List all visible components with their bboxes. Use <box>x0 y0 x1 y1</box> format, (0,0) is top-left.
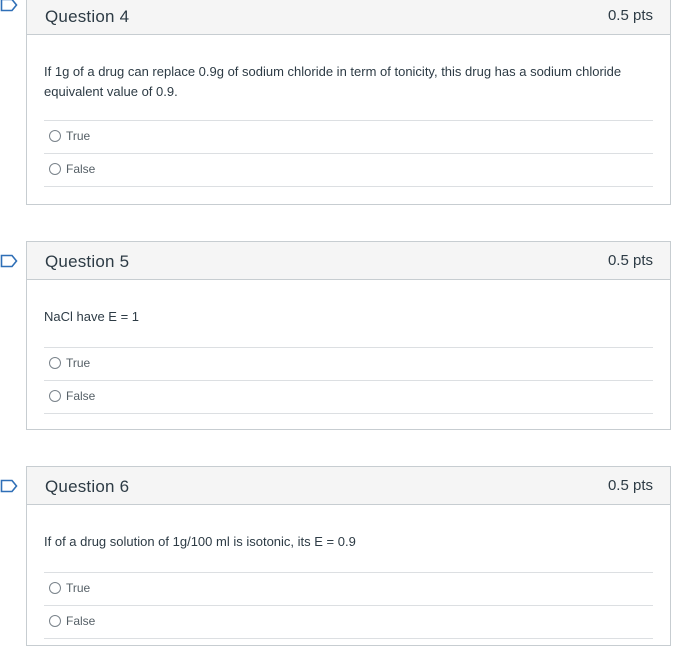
answer-label: True <box>66 581 91 595</box>
answer-list: True False <box>44 347 653 414</box>
answer-list: True False <box>44 572 653 639</box>
answer-label: True <box>66 356 91 370</box>
question-header: Question 5 0.5 pts <box>27 242 670 280</box>
answer-option-false[interactable]: False <box>44 153 653 187</box>
answer-list: True False <box>44 120 653 187</box>
question-points: 0.5 pts <box>607 252 653 269</box>
question-text: If 1g of a drug can replace 0.9g of sodi… <box>44 64 622 99</box>
answer-label: False <box>66 614 96 628</box>
question-title: Question 6 <box>45 477 130 496</box>
question-4: Question 4 0.5 pts If 1g of a drug can r… <box>26 0 671 205</box>
flag-question-icon[interactable] <box>0 0 18 12</box>
answer-label: False <box>66 389 96 403</box>
answer-option-false[interactable]: False <box>44 380 653 414</box>
question-5: Question 5 0.5 pts NaCl have E = 1 True … <box>26 241 671 430</box>
answer-label: False <box>66 162 96 176</box>
question-6: Question 6 0.5 pts If of a drug solution… <box>26 466 671 646</box>
radio-icon[interactable] <box>49 390 61 402</box>
answer-label: True <box>66 129 91 143</box>
radio-icon[interactable] <box>49 357 61 369</box>
radio-icon[interactable] <box>49 163 61 175</box>
radio-icon[interactable] <box>49 615 61 627</box>
answer-option-true[interactable]: True <box>44 120 653 153</box>
question-header: Question 4 0.5 pts <box>27 0 670 35</box>
question-points: 0.5 pts <box>607 7 653 24</box>
flag-question-icon[interactable] <box>0 479 18 493</box>
radio-icon[interactable] <box>49 130 61 142</box>
answer-option-false[interactable]: False <box>44 605 653 639</box>
question-text: If of a drug solution of 1g/100 ml is is… <box>44 534 356 549</box>
answer-option-true[interactable]: True <box>44 347 653 380</box>
question-points: 0.5 pts <box>607 477 653 494</box>
question-title: Question 4 <box>45 7 130 26</box>
question-header: Question 6 0.5 pts <box>27 467 670 505</box>
question-title: Question 5 <box>45 252 130 271</box>
question-text: NaCl have E = 1 <box>44 309 140 324</box>
flag-question-icon[interactable] <box>0 254 18 268</box>
radio-icon[interactable] <box>49 582 61 594</box>
answer-option-true[interactable]: True <box>44 572 653 605</box>
